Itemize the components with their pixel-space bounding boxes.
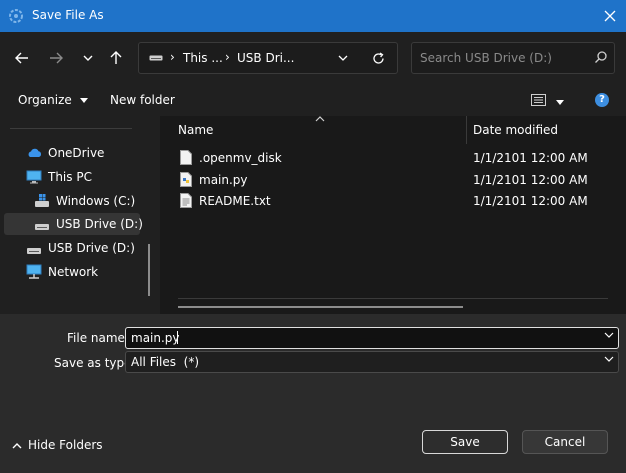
horizontal-scrollbar[interactable] xyxy=(178,306,463,308)
hide-folders-button[interactable]: Hide Folders xyxy=(12,438,103,452)
file-row[interactable]: main.py 1/1/2101 12:00 AM xyxy=(176,170,616,190)
search-placeholder: Search USB Drive (D:) xyxy=(420,51,552,65)
blank-file-icon xyxy=(180,150,192,165)
file-name-field[interactable]: main.py xyxy=(125,327,619,349)
chevron-down-icon[interactable] xyxy=(338,55,348,62)
sidebar-item-usb-drive-d-selected[interactable]: USB Drive (D:) xyxy=(4,213,143,235)
breadcrumb-separator: › xyxy=(225,50,230,64)
sidebar-item-this-pc[interactable]: This PC xyxy=(4,166,140,188)
file-name: README.txt xyxy=(199,194,271,208)
column-header-date-modified[interactable]: Date modified xyxy=(473,123,558,137)
usb-drive-icon xyxy=(35,224,49,230)
sidebar-item-onedrive[interactable]: OneDrive xyxy=(4,142,140,164)
save-as-type-value: All Files (*) xyxy=(131,355,200,369)
arrow-right-icon xyxy=(50,52,63,64)
recent-locations-button[interactable] xyxy=(76,46,100,70)
python-file-icon xyxy=(180,172,192,187)
divider xyxy=(10,128,132,129)
text-file-icon xyxy=(180,193,192,208)
sidebar-item-label: OneDrive xyxy=(48,146,105,160)
chevron-up-icon xyxy=(12,443,22,449)
navigation-pane: OneDrive This PC Windows (C:) USB Drive … xyxy=(0,116,160,314)
breadcrumb-separator: › xyxy=(170,50,175,64)
search-icon xyxy=(595,51,607,63)
breadcrumb-usb-drive[interactable]: USB Dri... xyxy=(237,51,294,65)
column-separator[interactable] xyxy=(466,116,467,144)
sidebar-item-label: USB Drive (D:) xyxy=(48,241,135,255)
title-bar: Save File As xyxy=(0,0,626,32)
organize-button[interactable]: Organize xyxy=(18,93,88,107)
file-name-value: main.py xyxy=(131,331,180,345)
sidebar-scrollbar[interactable] xyxy=(148,244,150,296)
search-input[interactable]: Search USB Drive (D:) xyxy=(411,42,615,74)
cloud-icon xyxy=(28,148,42,157)
sidebar-item-network[interactable]: Network xyxy=(4,261,140,283)
command-bar: Organize New folder ? xyxy=(0,84,626,116)
windows-drive-icon xyxy=(35,194,49,207)
back-button[interactable] xyxy=(10,46,34,70)
navigation-bar: › This ... › USB Dri... Search USB Drive… xyxy=(0,32,626,84)
window-title: Save File As xyxy=(32,8,104,22)
usb-drive-icon xyxy=(27,248,41,254)
save-as-type-select[interactable]: All Files (*) xyxy=(125,351,619,373)
help-button[interactable]: ? xyxy=(595,93,609,107)
sidebar-item-windows-c[interactable]: Windows (C:) xyxy=(4,190,140,212)
sidebar-item-label: Windows (C:) xyxy=(56,194,136,208)
file-date: 1/1/2101 12:00 AM xyxy=(473,194,588,208)
file-name-label: File name: xyxy=(67,331,129,345)
sidebar-item-label: USB Drive (D:) xyxy=(56,217,143,231)
caret-down-icon xyxy=(79,98,88,103)
close-button[interactable] xyxy=(594,0,626,32)
file-name: main.py xyxy=(199,173,248,187)
file-list: Name Date modified .openmv_disk 1/1/2101… xyxy=(160,116,626,314)
save-options-panel: File name: main.py Save as type: All Fil… xyxy=(0,314,626,473)
save-as-type-label: Save as type: xyxy=(54,356,136,370)
text-cursor xyxy=(177,331,178,344)
sidebar-item-usb-drive-d[interactable]: USB Drive (D:) xyxy=(4,237,140,259)
refresh-icon[interactable] xyxy=(372,52,385,65)
chevron-down-icon xyxy=(604,356,614,362)
forward-button[interactable] xyxy=(44,46,68,70)
save-button[interactable]: Save xyxy=(422,430,508,454)
up-button[interactable] xyxy=(104,46,128,70)
monitor-icon xyxy=(26,170,42,184)
arrow-left-icon xyxy=(15,52,28,64)
sidebar-item-label: Network xyxy=(48,265,99,279)
app-icon xyxy=(9,9,23,23)
chevron-down-icon[interactable] xyxy=(604,332,614,339)
caret-down-icon xyxy=(555,100,564,105)
usb-drive-icon xyxy=(149,55,163,61)
network-icon xyxy=(26,264,42,279)
breadcrumb-this-pc[interactable]: This ... xyxy=(183,51,223,65)
organize-label: Organize xyxy=(18,93,72,107)
sidebar-item-label: This PC xyxy=(48,170,92,184)
view-options-button[interactable] xyxy=(531,94,564,109)
hide-folders-label: Hide Folders xyxy=(28,438,103,452)
file-row[interactable]: .openmv_disk 1/1/2101 12:00 AM xyxy=(176,148,616,168)
column-header-name[interactable]: Name xyxy=(178,123,213,137)
close-icon xyxy=(604,10,616,22)
file-row[interactable]: README.txt 1/1/2101 12:00 AM xyxy=(176,191,616,211)
cancel-button[interactable]: Cancel xyxy=(522,430,608,454)
help-icon: ? xyxy=(599,94,605,105)
chevron-down-icon xyxy=(83,55,93,61)
horizontal-scroll-track xyxy=(178,298,608,299)
address-bar[interactable]: › This ... › USB Dri... xyxy=(138,42,398,74)
file-date: 1/1/2101 12:00 AM xyxy=(473,173,588,187)
file-date: 1/1/2101 12:00 AM xyxy=(473,151,588,165)
arrow-up-icon xyxy=(110,51,122,64)
new-folder-button[interactable]: New folder xyxy=(110,93,175,107)
details-view-icon xyxy=(531,94,546,106)
file-name: .openmv_disk xyxy=(199,151,282,165)
sort-ascending-icon xyxy=(315,116,325,122)
